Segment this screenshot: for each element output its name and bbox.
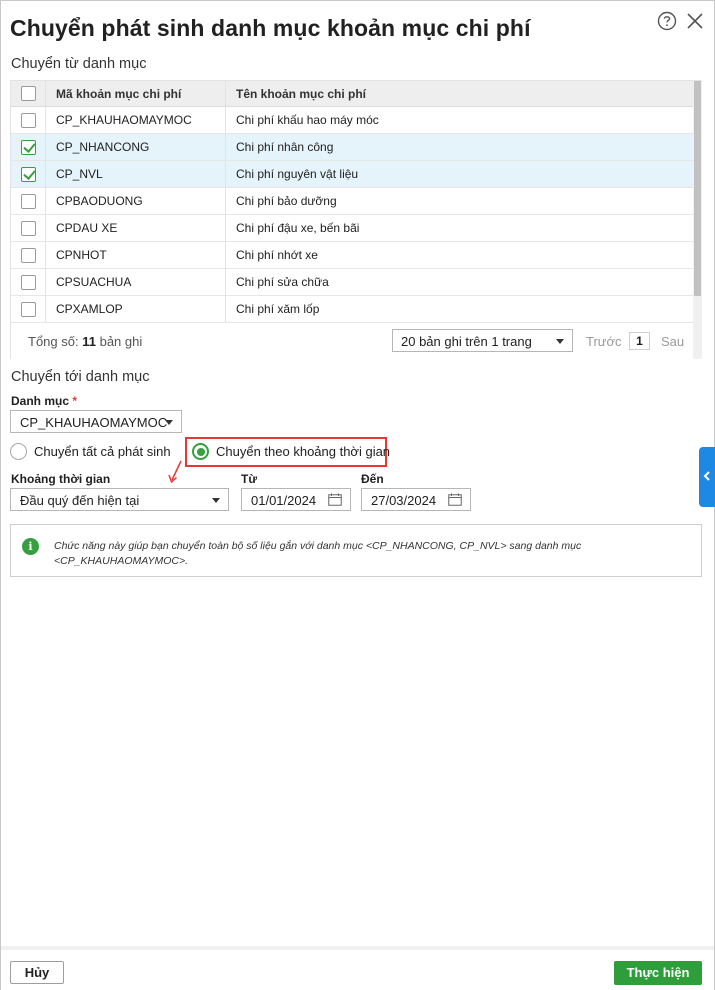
- table-row[interactable]: CP_KHAUHAOMAYMOC Chi phí khấu hao máy mó…: [11, 107, 693, 134]
- row-checkbox[interactable]: [20, 112, 36, 128]
- row-name: Chi phí nguyên vật liệu: [236, 167, 359, 181]
- info-icon: i: [22, 538, 39, 555]
- row-name: Chi phí đậu xe, bến bãi: [236, 221, 360, 235]
- to-date-input[interactable]: 27/03/2024: [361, 488, 471, 511]
- select-all-cell[interactable]: [11, 81, 46, 106]
- row-name: Chi phí nhớt xe: [236, 248, 318, 262]
- column-header-code: Mã khoản mục chi phí: [46, 81, 226, 106]
- row-code: CP_NHANCONG: [46, 134, 226, 160]
- scrollbar-thumb[interactable]: [694, 81, 701, 296]
- grid-scrollbar[interactable]: [693, 81, 702, 359]
- row-checkbox[interactable]: [20, 301, 36, 317]
- next-page-button[interactable]: Sau: [661, 334, 684, 349]
- table-row[interactable]: CPBAODUONG Chi phí bảo dưỡng: [11, 188, 693, 215]
- row-code: CP_KHAUHAOMAYMOC: [46, 107, 226, 133]
- row-checkbox-checked[interactable]: [20, 139, 36, 155]
- prev-page-button[interactable]: Trước: [586, 334, 622, 349]
- to-date-label: Đến: [361, 472, 384, 486]
- side-panel-toggle[interactable]: [699, 447, 715, 507]
- chevron-down-icon: [556, 339, 564, 344]
- source-grid: Mã khoản mục chi phí Tên khoản mục chi p…: [10, 80, 702, 359]
- row-checkbox[interactable]: [20, 247, 36, 263]
- row-name: Chi phí nhân công: [236, 140, 334, 154]
- radio-button-selected[interactable]: [192, 443, 209, 460]
- calendar-icon[interactable]: [448, 493, 462, 506]
- table-row[interactable]: CP_NVL Chi phí nguyên vật liệu: [11, 161, 693, 188]
- current-page[interactable]: 1: [629, 332, 650, 350]
- chevron-down-icon: [212, 498, 220, 503]
- dialog: Chuyển phát sinh danh mục khoản mục chi …: [0, 0, 715, 990]
- row-code: CPXAMLOP: [46, 296, 226, 322]
- period-label: Khoảng thời gian: [11, 472, 111, 486]
- row-name: Chi phí bảo dưỡng: [236, 194, 337, 208]
- select-all-checkbox[interactable]: [20, 86, 36, 101]
- radio-transfer-all[interactable]: Chuyển tất cả phát sinh: [10, 443, 171, 460]
- required-mark: *: [72, 394, 78, 408]
- target-section-label: Chuyển tới danh mục: [11, 369, 150, 385]
- grid-pager: Tổng số: 11 bản ghi 20 bản ghi trên 1 tr…: [11, 323, 693, 359]
- annotation-arrow-icon: [168, 460, 182, 484]
- column-header-name: Tên khoản mục chi phí: [236, 86, 367, 101]
- category-select[interactable]: CP_KHAUHAOMAYMOC: [10, 410, 182, 433]
- chevron-left-icon: [703, 471, 710, 481]
- page-size-select[interactable]: 20 bản ghi trên 1 trang: [392, 329, 573, 352]
- total-records: Tổng số: 11 bản ghi: [28, 334, 143, 349]
- table-row[interactable]: CPDAU XE Chi phí đậu xe, bến bãi: [11, 215, 693, 242]
- chevron-down-icon: [165, 420, 173, 425]
- row-checkbox[interactable]: [20, 193, 36, 209]
- from-date-input[interactable]: 01/01/2024: [241, 488, 351, 511]
- calendar-icon[interactable]: [328, 493, 342, 506]
- row-code: CPNHOT: [46, 242, 226, 268]
- radio-transfer-period[interactable]: Chuyển theo khoảng thời gian: [192, 443, 390, 460]
- period-select[interactable]: Đầu quý đến hiện tại: [10, 488, 229, 511]
- dialog-title: Chuyển phát sinh danh mục khoản mục chi …: [10, 15, 531, 41]
- total-count: 11: [82, 334, 96, 349]
- dialog-footer: Hủy Thực hiện: [1, 946, 714, 990]
- row-name: Chi phí xăm lốp: [236, 302, 320, 316]
- table-row[interactable]: CP_NHANCONG Chi phí nhân công: [11, 134, 693, 161]
- row-name: Chi phí sửa chữa: [236, 275, 329, 289]
- info-message-box: i Chức năng này giúp bạn chuyển toàn bộ …: [10, 524, 702, 577]
- radio-button[interactable]: [10, 443, 27, 460]
- table-row[interactable]: CPSUACHUA Chi phí sửa chữa: [11, 269, 693, 296]
- table-row[interactable]: CPXAMLOP Chi phí xăm lốp: [11, 296, 693, 323]
- table-row[interactable]: CPNHOT Chi phí nhớt xe: [11, 242, 693, 269]
- row-name: Chi phí khấu hao máy móc: [236, 113, 379, 127]
- row-code: CPDAU XE: [46, 215, 226, 241]
- grid-body: Mã khoản mục chi phí Tên khoản mục chi p…: [11, 81, 693, 323]
- row-checkbox-checked[interactable]: [20, 166, 36, 182]
- submit-button[interactable]: Thực hiện: [614, 961, 702, 985]
- close-icon[interactable]: [685, 11, 705, 31]
- from-date-label: Từ: [241, 472, 258, 486]
- row-code: CPSUACHUA: [46, 269, 226, 295]
- row-checkbox[interactable]: [20, 220, 36, 236]
- category-label: Danh mục *: [11, 394, 78, 408]
- row-code: CP_NVL: [46, 161, 226, 187]
- cancel-button[interactable]: Hủy: [10, 961, 64, 984]
- source-section-label: Chuyển từ danh mục: [11, 56, 147, 72]
- grid-header: Mã khoản mục chi phí Tên khoản mục chi p…: [11, 81, 693, 107]
- row-checkbox[interactable]: [20, 274, 36, 290]
- info-message: Chức năng này giúp bạn chuyển toàn bộ số…: [54, 540, 582, 567]
- row-code: CPBAODUONG: [46, 188, 226, 214]
- help-icon[interactable]: [657, 11, 677, 31]
